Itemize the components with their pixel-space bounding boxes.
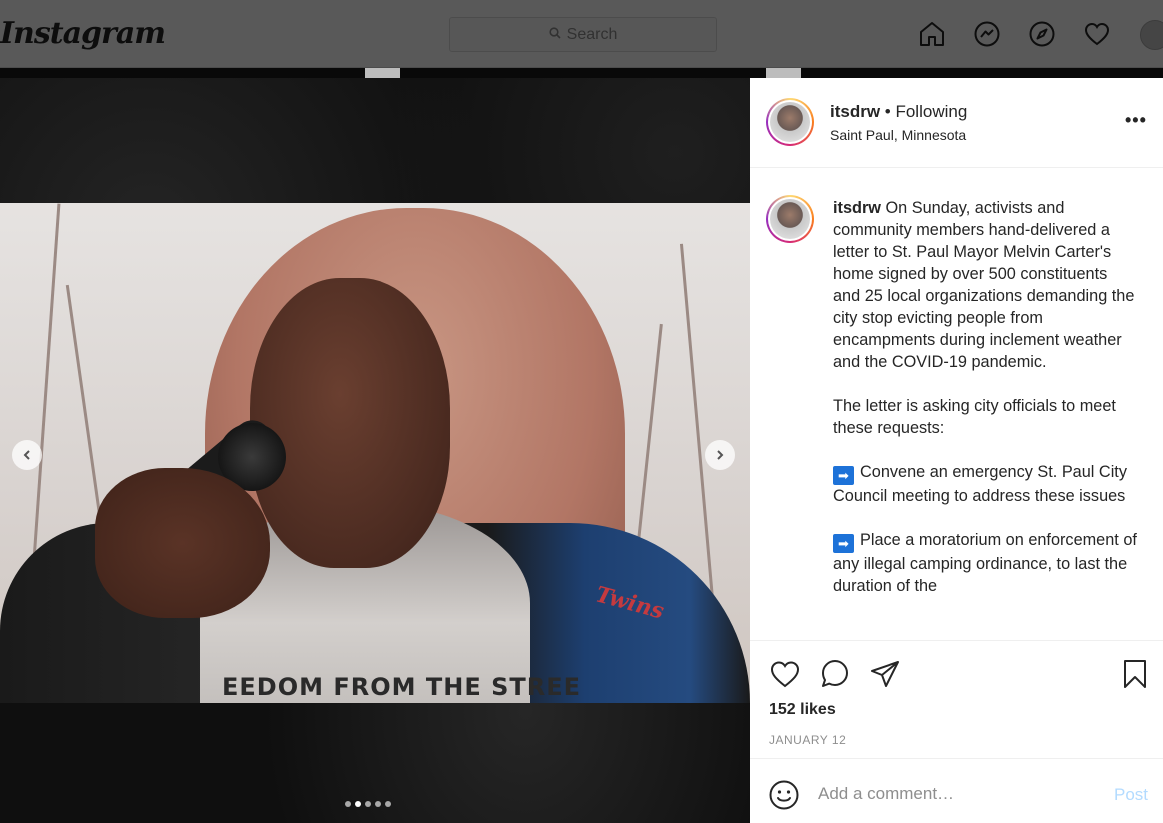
profile-avatar[interactable]	[1140, 20, 1163, 50]
backdrop-peek	[365, 68, 400, 78]
arrow-right-emoji-icon: ➡	[833, 534, 854, 553]
caption-para2: The letter is asking city officials to m…	[833, 397, 1116, 437]
explore-icon[interactable]	[1027, 19, 1057, 49]
next-photo-button[interactable]	[705, 440, 735, 470]
home-icon[interactable]	[917, 19, 947, 49]
emoji-icon[interactable]	[768, 779, 800, 811]
add-comment-form: Post	[750, 758, 1163, 823]
author-username[interactable]: itsdrw	[830, 102, 880, 121]
top-nav: Instagram Search	[0, 0, 1163, 68]
post-comment-button[interactable]: Post	[1114, 785, 1148, 805]
post-photo[interactable]: EEDOM FROM THE STREE Twins	[0, 203, 750, 703]
arrow-right-emoji-icon: ➡	[833, 466, 854, 485]
comment-icon[interactable]	[818, 657, 852, 691]
instagram-logo[interactable]: Instagram	[0, 16, 166, 51]
likes-count[interactable]: 152 likes	[769, 701, 836, 719]
post-media: EEDOM FROM THE STREE Twins	[0, 78, 750, 823]
search-icon	[549, 26, 561, 44]
follow-status[interactable]: • Following	[885, 102, 968, 121]
activity-heart-icon[interactable]	[1082, 19, 1112, 49]
chevron-left-icon	[23, 450, 30, 460]
photo-face	[250, 278, 450, 568]
photo-shirt-text: EEDOM FROM THE STREE	[222, 673, 581, 701]
backdrop-peek	[766, 68, 801, 78]
comment-input[interactable]	[818, 784, 1098, 804]
post-caption: itsdrw On Sunday, activists and communit…	[833, 197, 1138, 619]
carousel-dot	[375, 801, 381, 807]
chevron-right-icon	[717, 450, 724, 460]
carousel-dot	[385, 801, 391, 807]
carousel-dot-active	[355, 801, 361, 807]
post-date[interactable]: JANUARY 12	[769, 733, 846, 747]
messenger-icon[interactable]	[972, 19, 1002, 49]
comments-scroll-area[interactable]: itsdrw On Sunday, activists and communit…	[750, 169, 1163, 640]
caption-author-avatar[interactable]	[766, 195, 814, 243]
search-placeholder: Search	[566, 25, 618, 43]
post-sidebar: itsdrw • Following Saint Paul, Minnesota…	[750, 78, 1163, 823]
caption-item2: Place a moratorium on enforcement of any…	[833, 531, 1137, 595]
caption-item1: Convene an emergency St. Paul City Counc…	[833, 463, 1127, 505]
post-actions: 152 likes JANUARY 12	[750, 640, 1163, 760]
post-header: itsdrw • Following Saint Paul, Minnesota…	[750, 78, 1163, 168]
previous-photo-button[interactable]	[12, 440, 42, 470]
caption-username[interactable]: itsdrw	[833, 199, 881, 217]
search-box[interactable]: Search	[449, 17, 717, 52]
caption-intro: On Sunday, activists and community membe…	[833, 199, 1135, 371]
like-heart-icon[interactable]	[768, 657, 802, 691]
more-options-icon[interactable]: •••	[1125, 110, 1147, 131]
post-location[interactable]: Saint Paul, Minnesota	[830, 127, 966, 143]
share-direct-icon[interactable]	[868, 657, 902, 691]
carousel-dot	[365, 801, 371, 807]
photo-hand	[95, 468, 270, 618]
author-avatar[interactable]	[766, 98, 814, 146]
save-bookmark-icon[interactable]	[1118, 657, 1152, 691]
carousel-dot	[345, 801, 351, 807]
carousel-indicator	[345, 801, 391, 807]
